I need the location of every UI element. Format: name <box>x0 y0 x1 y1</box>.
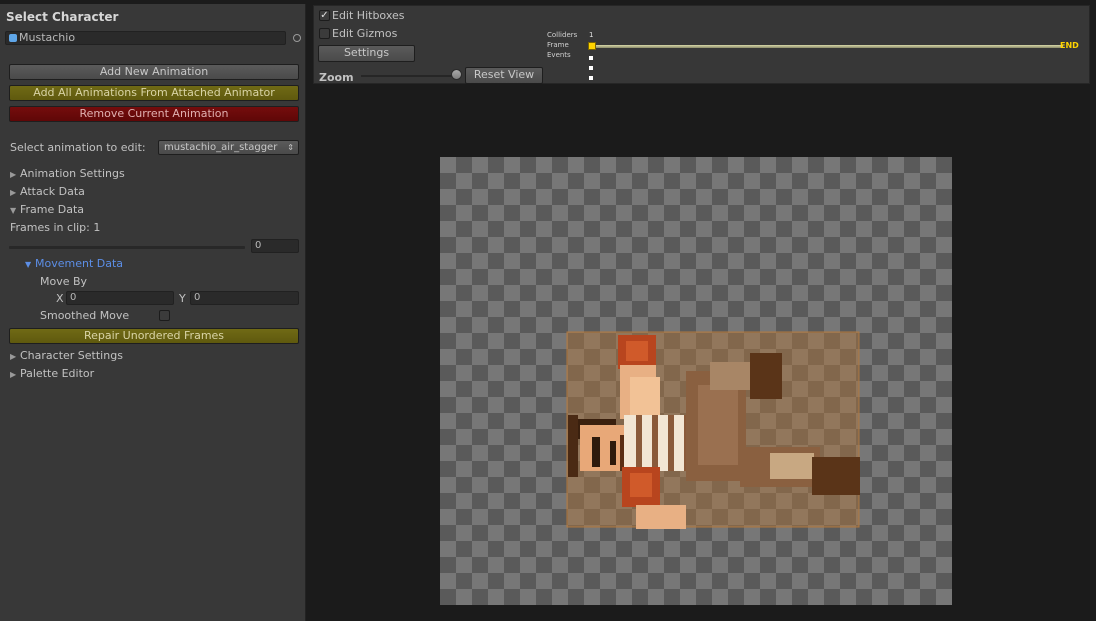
frame-label: Frame <box>547 41 569 49</box>
remove-animation-button[interactable]: Remove Current Animation <box>9 106 299 122</box>
foldout-label: Movement Data <box>35 257 124 270</box>
animation-select[interactable]: mustachio_air_stagger ⇕ <box>158 140 299 155</box>
foldout-palette-editor[interactable]: ▶ Palette Editor <box>10 367 94 380</box>
foldout-animation-settings[interactable]: ▶ Animation Settings <box>10 167 125 180</box>
foldout-label: Attack Data <box>20 185 85 198</box>
foldout-attack-data[interactable]: ▶ Attack Data <box>10 185 85 198</box>
collapsed-arrow-icon: ▶ <box>10 352 17 361</box>
edit-gizmos-label: Edit Gizmos <box>332 27 398 40</box>
settings-button[interactable]: Settings <box>318 45 415 62</box>
zoom-slider-thumb[interactable] <box>451 69 462 80</box>
foldout-label: Palette Editor <box>20 367 95 380</box>
inspector-panel: Select Character Mustachio Add New Anima… <box>0 4 306 621</box>
animation-select-value: mustachio_air_stagger <box>164 142 278 153</box>
edit-hitboxes-label: Edit Hitboxes <box>332 9 405 22</box>
foldout-frame-data[interactable]: ▼ Frame Data <box>10 203 84 216</box>
timeline-track <box>588 45 1063 48</box>
foldout-label: Animation Settings <box>20 167 125 180</box>
zoom-label: Zoom <box>319 71 354 84</box>
colliders-count: 1 <box>589 31 594 39</box>
smoothed-move-label: Smoothed Move <box>40 309 130 322</box>
collapsed-arrow-icon: ▶ <box>10 170 17 179</box>
panel-title: Select Character <box>6 10 119 24</box>
timeline-end-label: END <box>1060 41 1079 50</box>
character-field-value: Mustachio <box>19 31 76 44</box>
object-picker-icon[interactable] <box>293 34 301 42</box>
collapsed-arrow-icon: ▶ <box>10 188 17 197</box>
smoothed-move-checkbox[interactable] <box>159 310 170 321</box>
y-field[interactable]: 0 <box>190 291 299 305</box>
zoom-slider-track[interactable] <box>361 75 461 77</box>
edit-gizmos-checkbox[interactable] <box>319 28 330 39</box>
select-animation-label: Select animation to edit: <box>10 141 146 154</box>
event-key-marker[interactable] <box>589 66 593 70</box>
reset-view-button[interactable]: Reset View <box>465 67 543 84</box>
x-field[interactable]: 0 <box>66 291 174 305</box>
foldout-label: Frame Data <box>20 203 85 216</box>
events-label: Events <box>547 51 571 59</box>
add-all-animations-button[interactable]: Add All Animations From Attached Animato… <box>9 85 299 101</box>
edit-hitboxes-checkbox[interactable]: ✓ <box>319 10 330 21</box>
editor-toolbar: ✓ Edit Hitboxes Edit Gizmos Settings Zoo… <box>313 5 1090 84</box>
y-label: Y <box>179 292 186 305</box>
frame-slider-field[interactable]: 0 <box>251 239 299 253</box>
foldout-label: Character Settings <box>20 349 123 362</box>
sprite-preview <box>566 331 860 529</box>
character-field[interactable]: Mustachio <box>5 31 286 45</box>
current-frame-marker[interactable] <box>588 42 596 50</box>
prefab-icon <box>9 34 17 42</box>
sprite-preview-canvas[interactable] <box>440 157 952 605</box>
dropdown-arrow-icon: ⇕ <box>287 143 294 152</box>
foldout-character-settings[interactable]: ▶ Character Settings <box>10 349 123 362</box>
event-key-marker[interactable] <box>589 76 593 80</box>
collider-key-marker[interactable] <box>589 56 593 60</box>
colliders-label: Colliders <box>547 31 578 39</box>
move-by-label: Move By <box>40 275 88 288</box>
add-new-animation-button[interactable]: Add New Animation <box>9 64 299 80</box>
x-label: X <box>56 292 64 305</box>
collapsed-arrow-icon: ▶ <box>10 370 17 379</box>
frame-slider-track[interactable] <box>9 246 245 249</box>
expanded-arrow-icon: ▼ <box>10 206 17 215</box>
repair-frames-button[interactable]: Repair Unordered Frames <box>9 328 299 344</box>
expanded-arrow-icon: ▼ <box>25 260 32 269</box>
frames-in-clip-label: Frames in clip: 1 <box>10 221 101 234</box>
foldout-movement-data[interactable]: ▼ Movement Data <box>25 257 123 270</box>
